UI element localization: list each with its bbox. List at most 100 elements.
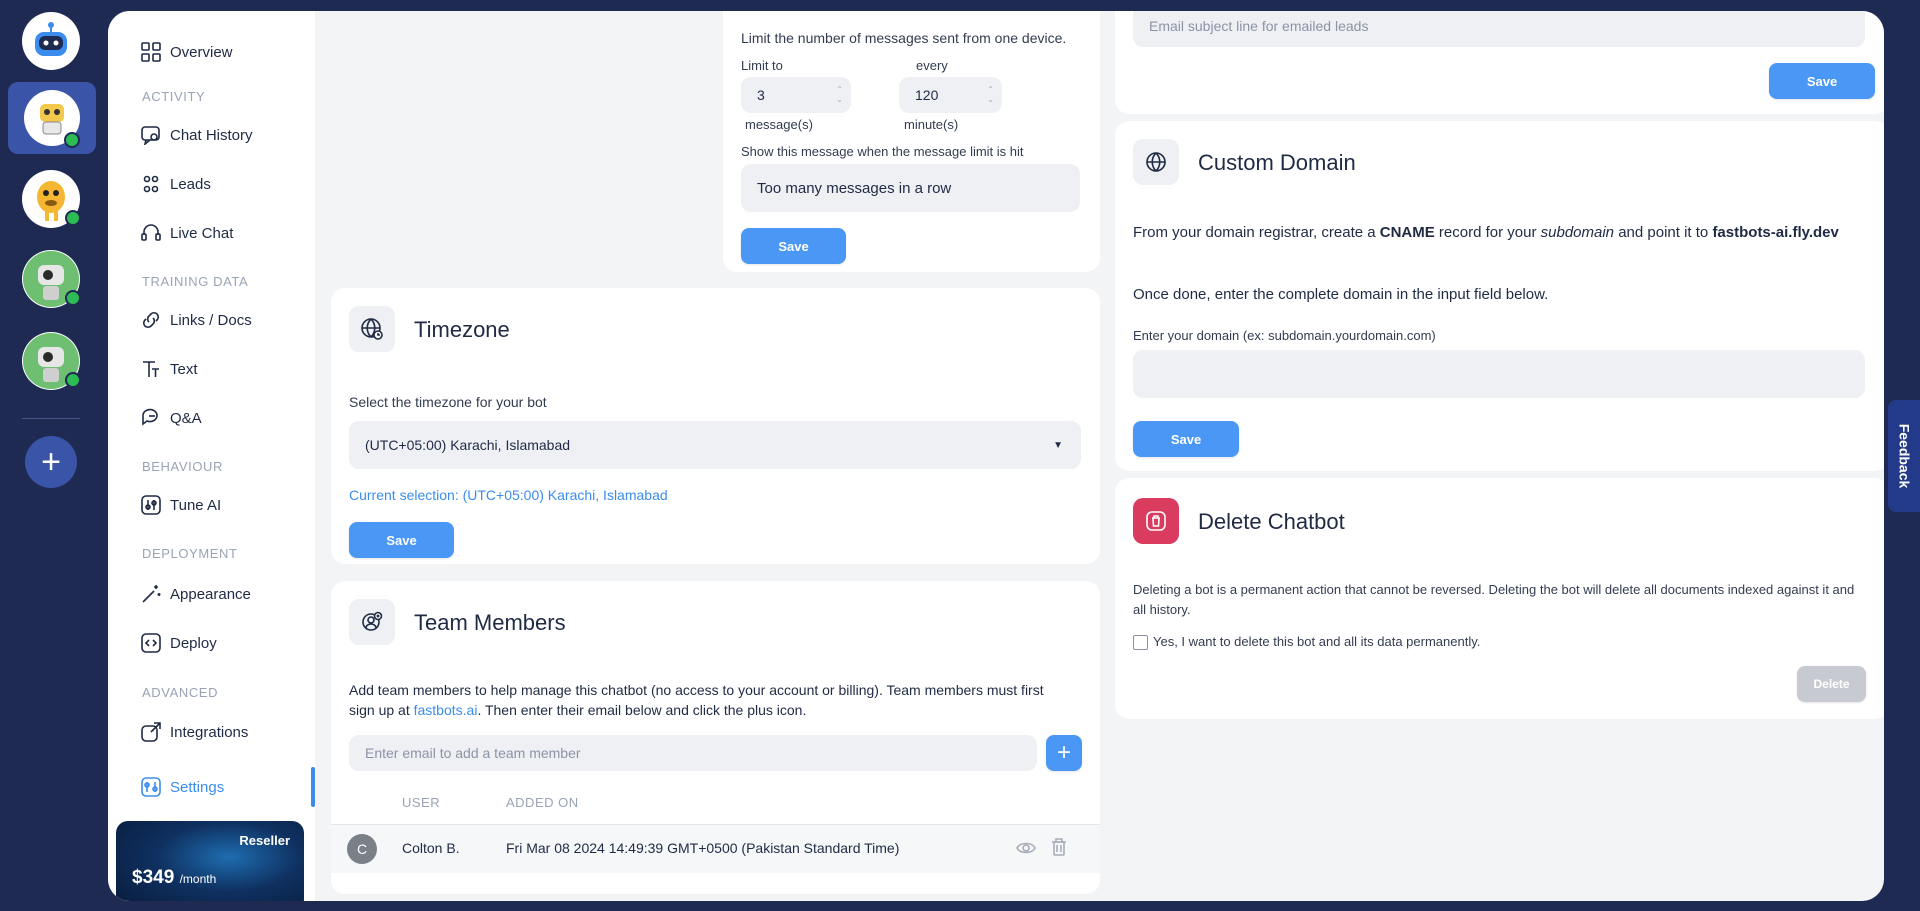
nav-appearance[interactable]: Appearance: [140, 580, 251, 608]
nav-label: Settings: [170, 778, 225, 796]
rate-limit-card: Limit the number of messages sent from o…: [723, 11, 1100, 272]
timezone-current: Current selection: (UTC+05:00) Karachi, …: [349, 487, 668, 503]
reseller-banner[interactable]: Reseller $349 /month: [116, 821, 304, 901]
nav-section-training: TRAINING DATA: [142, 274, 249, 289]
nav-label: Q&A: [170, 409, 202, 427]
nav-chat-history[interactable]: Chat History: [140, 121, 253, 149]
delete-confirm-label[interactable]: Yes, I want to delete this bot and all i…: [1153, 634, 1480, 649]
team-title: Team Members: [414, 610, 566, 635]
nav-leads[interactable]: Leads: [140, 170, 211, 198]
code-icon: [140, 632, 162, 654]
delete-button[interactable]: Delete: [1797, 666, 1866, 702]
timezone-select[interactable]: (UTC+05:00) Karachi, Islamabad ▼: [349, 421, 1081, 469]
online-status-dot: [65, 372, 81, 388]
nav-label: Text: [170, 360, 198, 378]
bot-avatar-4[interactable]: [22, 332, 81, 390]
link-icon: [140, 309, 162, 331]
team-email-input[interactable]: Enter email to add a team member: [349, 735, 1037, 771]
bot-avatar-2[interactable]: [22, 170, 81, 228]
nav-label: Deploy: [170, 634, 217, 652]
add-member-button[interactable]: +: [1046, 735, 1082, 771]
rate-limit-description: Limit the number of messages sent from o…: [741, 30, 1067, 46]
nav-deploy[interactable]: Deploy: [140, 629, 217, 657]
team-members-card: Team Members Add team members to help ma…: [331, 581, 1100, 894]
domain-input[interactable]: [1133, 350, 1865, 398]
col-user: USER: [402, 795, 441, 810]
domain-input-label: Enter your domain (ex: subdomain.yourdom…: [1133, 328, 1436, 343]
add-bot-button[interactable]: +: [25, 436, 77, 488]
nav-overview[interactable]: Overview: [140, 38, 233, 66]
bot-rail: +: [0, 0, 108, 911]
trash-warning-icon: [1133, 498, 1179, 544]
nav-label: Leads: [170, 175, 211, 193]
domain-save-button[interactable]: Save: [1133, 421, 1239, 457]
online-status-dot: [65, 210, 81, 226]
team-icon: [349, 599, 395, 645]
team-description: Add team members to help manage this cha…: [349, 682, 1044, 718]
globe-clock-icon: [349, 306, 395, 352]
nav-settings[interactable]: Settings: [140, 773, 224, 801]
reseller-price: $349 /month: [132, 867, 217, 888]
fastbots-link[interactable]: fastbots.ai: [414, 702, 478, 718]
limit-label: Limit to: [741, 58, 783, 73]
timezone-card: Timezone Select the timezone for your bo…: [331, 288, 1100, 564]
nav-text[interactable]: Text: [140, 355, 198, 383]
nav-section-advanced: ADVANCED: [142, 685, 219, 700]
every-unit: minute(s): [904, 117, 959, 132]
plus-icon: +: [41, 443, 61, 481]
bot-avatar-3[interactable]: [22, 250, 81, 308]
reseller-label: Reseller: [239, 833, 290, 848]
online-status-dot: [64, 132, 80, 148]
timezone-label: Select the timezone for your bot: [349, 394, 547, 410]
leads-icon: [140, 173, 162, 195]
timezone-save-button[interactable]: Save: [349, 522, 454, 558]
table-row: C Colton B. Fri Mar 08 2024 14:49:39 GMT…: [331, 824, 1100, 873]
custom-domain-instructions: From your domain registrar, create a CNA…: [1133, 224, 1839, 241]
feedback-tab[interactable]: Feedback: [1888, 400, 1920, 512]
main-frame: Overview ACTIVITY Chat History Leads Liv…: [108, 11, 1884, 901]
nav-label: Chat History: [170, 126, 253, 144]
nav-label: Links / Docs: [170, 311, 252, 329]
custom-domain-title: Custom Domain: [1198, 150, 1356, 175]
magic-wand-icon: [140, 583, 162, 605]
rail-divider: [22, 418, 80, 419]
globe-icon: [1133, 139, 1179, 185]
external-link-icon: [140, 721, 162, 743]
limit-unit: message(s): [745, 117, 813, 132]
chat-history-icon: [140, 124, 162, 146]
nav-live-chat[interactable]: Live Chat: [140, 219, 233, 247]
nav-links-docs[interactable]: Links / Docs: [140, 306, 252, 334]
every-label: every: [916, 58, 948, 73]
limit-minutes-input[interactable]: 120 ⌃ ⌄: [899, 77, 1002, 113]
caret-down-icon: ▼: [1053, 439, 1063, 451]
logo-bot[interactable]: [22, 12, 80, 70]
email-save-button[interactable]: Save: [1769, 63, 1875, 99]
rate-limit-save-button[interactable]: Save: [741, 228, 846, 264]
stepper-arrows-icon[interactable]: ⌃ ⌄: [836, 85, 843, 105]
tune-icon: [140, 494, 162, 516]
avatar: C: [347, 834, 377, 864]
eye-icon[interactable]: [1016, 840, 1036, 861]
trash-icon[interactable]: [1051, 838, 1067, 861]
online-status-dot: [65, 290, 81, 306]
nav-label: Integrations: [170, 723, 249, 741]
text-icon: [140, 358, 162, 380]
nav-qa[interactable]: Q&A: [140, 404, 202, 432]
delete-confirm-checkbox[interactable]: [1133, 635, 1148, 650]
nav-integrations[interactable]: Integrations: [140, 718, 248, 746]
email-subject-card: Email subject line for emailed leads Sav…: [1115, 11, 1884, 114]
limit-count-input[interactable]: 3 ⌃ ⌄: [741, 77, 851, 113]
custom-domain-card: Custom Domain From your domain registrar…: [1115, 121, 1884, 471]
qa-bubble-icon: [140, 407, 162, 429]
email-subject-input[interactable]: Email subject line for emailed leads: [1133, 11, 1865, 47]
nav-tune-ai[interactable]: Tune AI: [140, 491, 221, 519]
nav-label: Overview: [170, 43, 233, 61]
limit-message-input[interactable]: Too many messages in a row: [741, 164, 1080, 212]
stepper-arrows-icon[interactable]: ⌃ ⌄: [987, 85, 994, 105]
nav-label: Tune AI: [170, 496, 222, 514]
member-name: Colton B.: [402, 840, 460, 856]
bot-avatar-active[interactable]: [8, 82, 96, 154]
delete-chatbot-title: Delete Chatbot: [1198, 509, 1345, 534]
col-added-on: ADDED ON: [506, 795, 579, 810]
nav-section-activity: ACTIVITY: [142, 89, 206, 104]
